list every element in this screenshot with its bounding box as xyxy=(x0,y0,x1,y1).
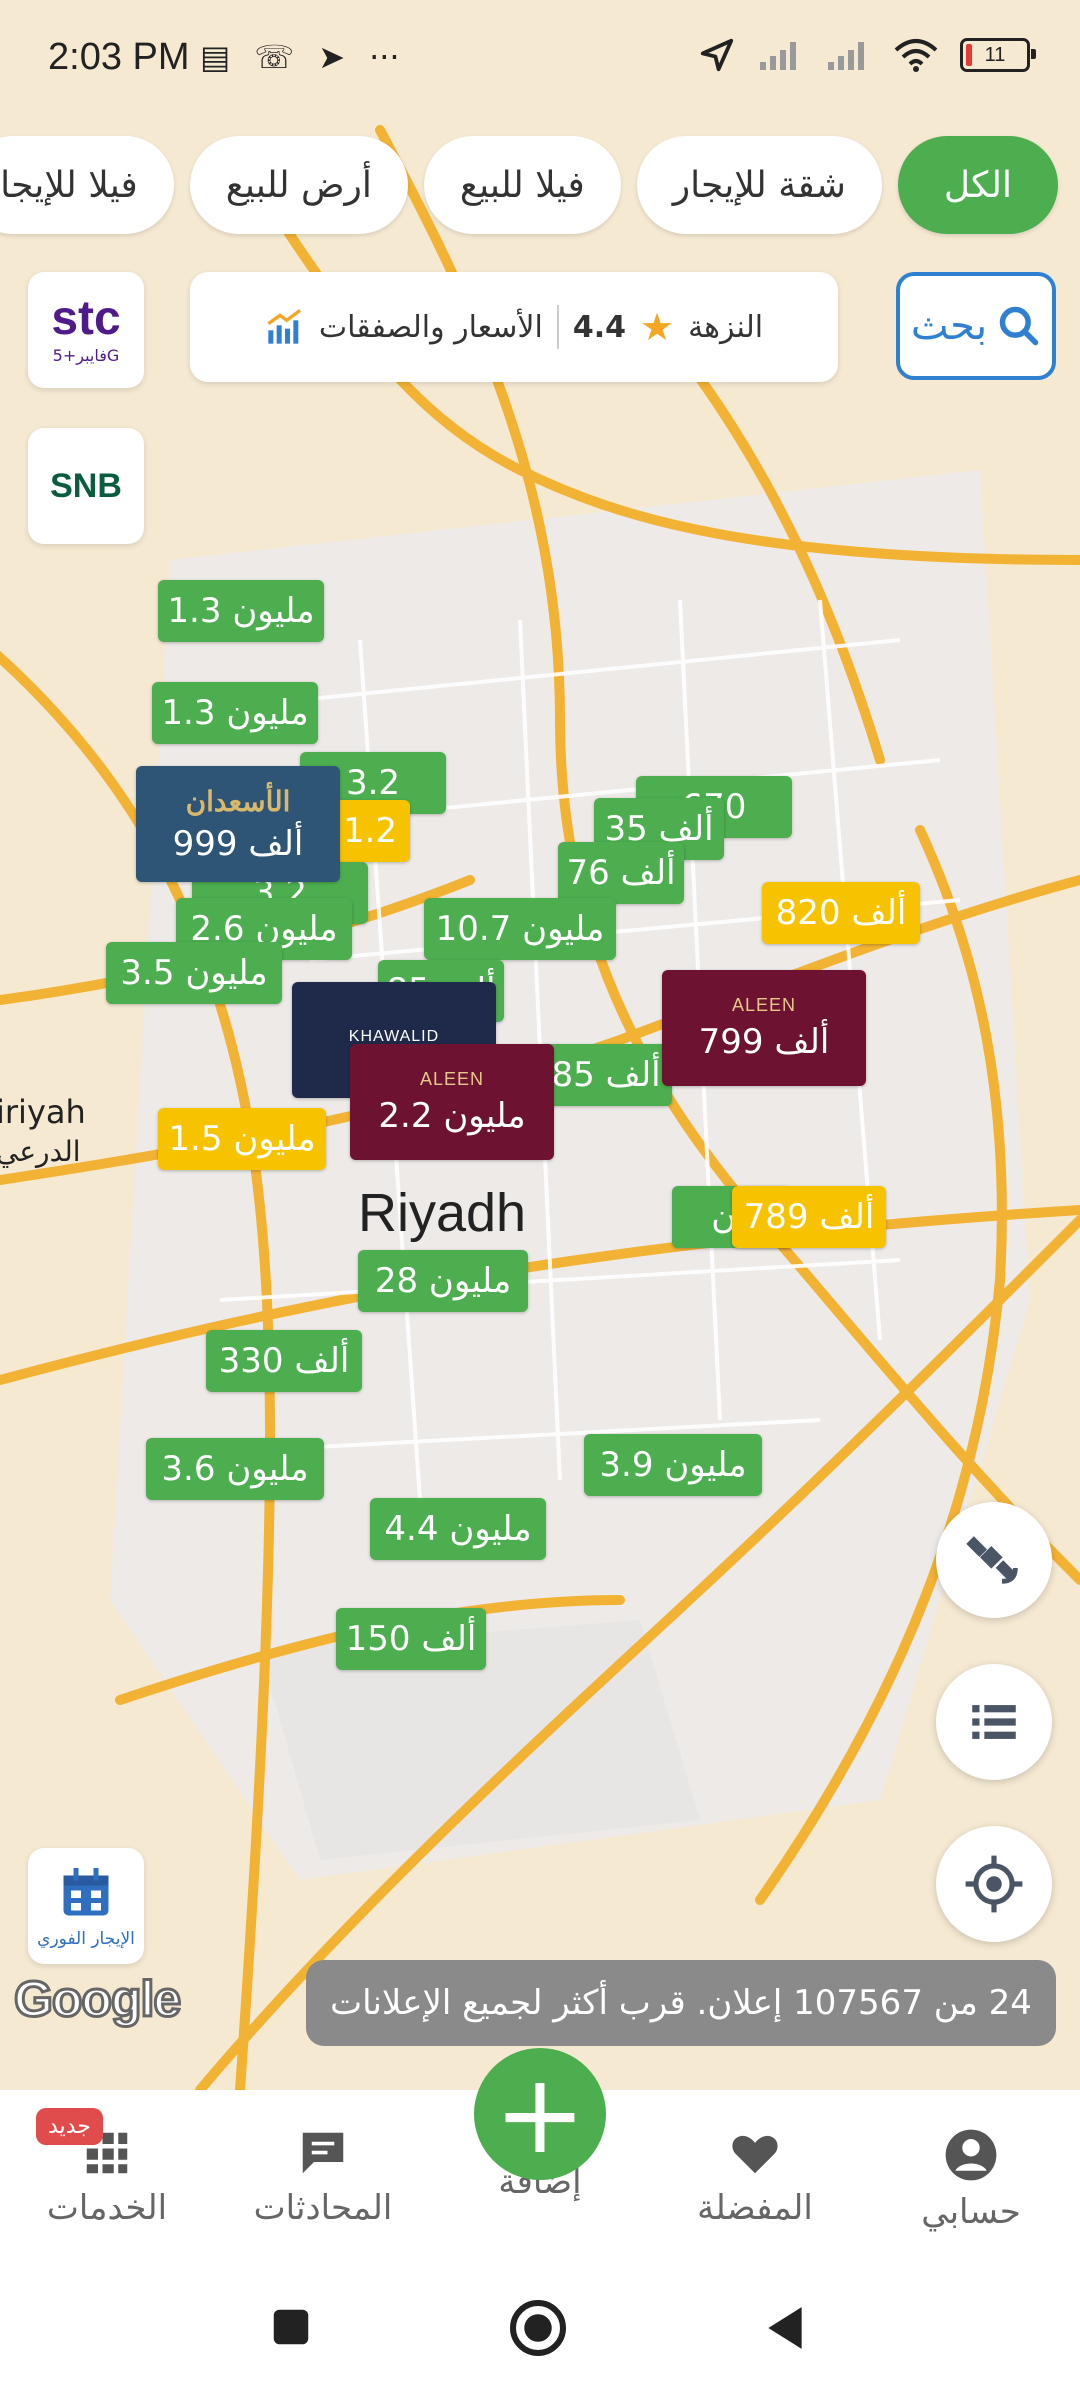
price-pin[interactable]: 3.9 مليون xyxy=(584,1434,762,1496)
status-bar: 2:03 PM ▤ ☏ ➤ ··· 11 xyxy=(0,0,1080,120)
prices-deals-label: الأسعار والصفقات xyxy=(318,309,543,345)
price-pin[interactable]: 330 ألف xyxy=(206,1330,362,1392)
rating-value: 4.4 xyxy=(572,309,626,345)
filter-chip-land-sale[interactable]: أرض للبيع xyxy=(189,136,408,234)
home-button[interactable] xyxy=(508,2298,568,2358)
price-pin[interactable]: 150 ألف xyxy=(336,1608,486,1670)
more-dots-icon: ··· xyxy=(369,38,400,76)
developer-pin[interactable]: الأسعدان 999 ألف xyxy=(136,766,340,882)
back-button[interactable] xyxy=(760,2302,810,2354)
price-pin[interactable]: 85 ألف xyxy=(540,1044,672,1106)
chart-trend-icon xyxy=(267,309,301,344)
crosshair-icon xyxy=(965,1855,1023,1913)
price-pin[interactable]: 28 مليون xyxy=(358,1250,528,1312)
developer-pin[interactable]: ALEEN 799 ألف xyxy=(662,970,866,1086)
developer-logo: ALEEN xyxy=(731,994,797,1015)
chat-icon xyxy=(302,2132,344,2174)
price-pin[interactable]: 789 ألف xyxy=(732,1186,886,1248)
nav-favorites[interactable]: المفضلة xyxy=(670,2126,840,2228)
recents-button[interactable] xyxy=(268,2304,314,2350)
price-pin[interactable]: 1.3 مليون xyxy=(152,682,318,744)
neighborhood-name: النزهة xyxy=(688,309,764,345)
search-icon xyxy=(999,306,1039,346)
map-city-label: Riyadh xyxy=(358,1183,527,1243)
filter-chip-apartment-rent[interactable]: شقة للإيجار xyxy=(636,136,882,234)
missed-call-icon: ☏ xyxy=(254,38,295,76)
list-icon xyxy=(972,1705,1016,1739)
nav-account-label: حسابي xyxy=(921,2192,1021,2232)
status-system-icons: 11 xyxy=(698,36,1036,74)
signal-icon xyxy=(828,42,864,70)
status-notification-icons: ▤ ☏ ➤ ··· xyxy=(200,38,400,76)
quick-rent-label: الإيجار الفوري xyxy=(37,1929,135,1949)
price-pin[interactable]: 3.6 مليون xyxy=(146,1438,324,1500)
message-icon: ▤ xyxy=(200,38,231,76)
filter-chips: الكل شقة للإيجار فيلا للبيع أرض للبيع في… xyxy=(0,136,1058,236)
system-navigation-bar xyxy=(0,2260,1080,2400)
star-icon: ★ xyxy=(640,305,675,349)
heart-icon xyxy=(732,2135,778,2174)
calendar-icon xyxy=(63,1868,109,1916)
price-pin[interactable]: 1.5 مليون xyxy=(158,1108,326,1170)
telegram-icon: ➤ xyxy=(318,38,346,76)
filter-chip-villa-rent[interactable]: فيلا للإيجا xyxy=(0,136,174,234)
nav-chats[interactable]: المحادثات xyxy=(238,2126,408,2228)
price-pin[interactable]: 10.7 مليون xyxy=(424,898,616,960)
satellite-icon xyxy=(966,1536,1018,1584)
neighborhood-info-card[interactable]: الأسعار والصفقات 4.4 ★ النزهة xyxy=(190,272,838,382)
filter-chip-villa-sale[interactable]: فيلا للبيع xyxy=(423,136,621,234)
price-pin[interactable]: 4.4 مليون xyxy=(370,1498,546,1560)
wifi-icon xyxy=(894,39,938,72)
listings-count-toast: 24 من 107567 إعلان. قرب أكثر لجميع الإعل… xyxy=(306,1960,1056,2046)
price-pin[interactable]: 1.2 xyxy=(330,800,410,862)
stc-logo: stc xyxy=(51,291,121,345)
map-place-label: iriyah الدرعي xyxy=(0,1092,86,1172)
snb-ad-button[interactable]: SNB xyxy=(28,428,144,544)
nav-favorites-label: المفضلة xyxy=(697,2188,813,2228)
google-logo: Google xyxy=(12,1970,182,2029)
stc-ad-button[interactable]: stc فايبر+5G xyxy=(28,272,144,388)
satellite-toggle-button[interactable] xyxy=(936,1502,1052,1618)
plus-icon: + xyxy=(493,2050,587,2178)
price-pin[interactable]: 1.3 مليون xyxy=(158,580,324,642)
nav-services-label: الخدمات xyxy=(46,2188,168,2228)
battery-level: 11 xyxy=(984,43,1006,66)
stc-subtitle: فايبر+5G xyxy=(52,345,120,365)
battery-icon: 11 xyxy=(960,38,1036,72)
snb-logo: SNB xyxy=(50,466,122,505)
price-pin[interactable]: 3.5 مليون xyxy=(106,942,282,1004)
search-button[interactable]: بحث xyxy=(896,272,1056,380)
nav-chats-label: المحادثات xyxy=(253,2188,393,2228)
price-pin[interactable]: 76 ألف xyxy=(558,842,684,904)
developer-logo: الأسعدان xyxy=(185,785,291,817)
location-arrow-icon xyxy=(700,38,734,72)
quick-rent-button[interactable]: الإيجار الفوري xyxy=(28,1848,144,1964)
divider xyxy=(556,305,559,349)
map-place-label-en: iriyah xyxy=(0,1093,86,1131)
signal-icon xyxy=(760,42,796,70)
developer-pin-price: 799 ألف xyxy=(698,1021,830,1062)
add-listing-button[interactable]: + xyxy=(474,2048,606,2180)
status-time: 2:03 PM xyxy=(48,36,190,78)
filter-chip-all[interactable]: الكل xyxy=(897,136,1058,234)
search-label: بحث xyxy=(910,303,988,349)
nav-account[interactable]: حسابي xyxy=(886,2126,1056,2232)
my-location-button[interactable] xyxy=(936,1826,1052,1942)
user-icon xyxy=(945,2129,997,2181)
map-place-label-ar: الدرعي xyxy=(0,1135,81,1168)
developer-pin[interactable]: ALEEN 2.2 مليون xyxy=(350,1044,554,1160)
developer-pin-price: 999 ألف xyxy=(172,823,304,864)
developer-logo: ALEEN xyxy=(419,1068,485,1089)
listings-count-text: 24 من 107567 إعلان. قرب أكثر لجميع الإعل… xyxy=(330,1983,1032,2023)
developer-pin-price: 2.2 مليون xyxy=(378,1095,526,1136)
price-pin[interactable]: 820 ألف xyxy=(762,882,920,944)
new-badge: جديد xyxy=(36,2108,103,2145)
list-view-button[interactable] xyxy=(936,1664,1052,1780)
